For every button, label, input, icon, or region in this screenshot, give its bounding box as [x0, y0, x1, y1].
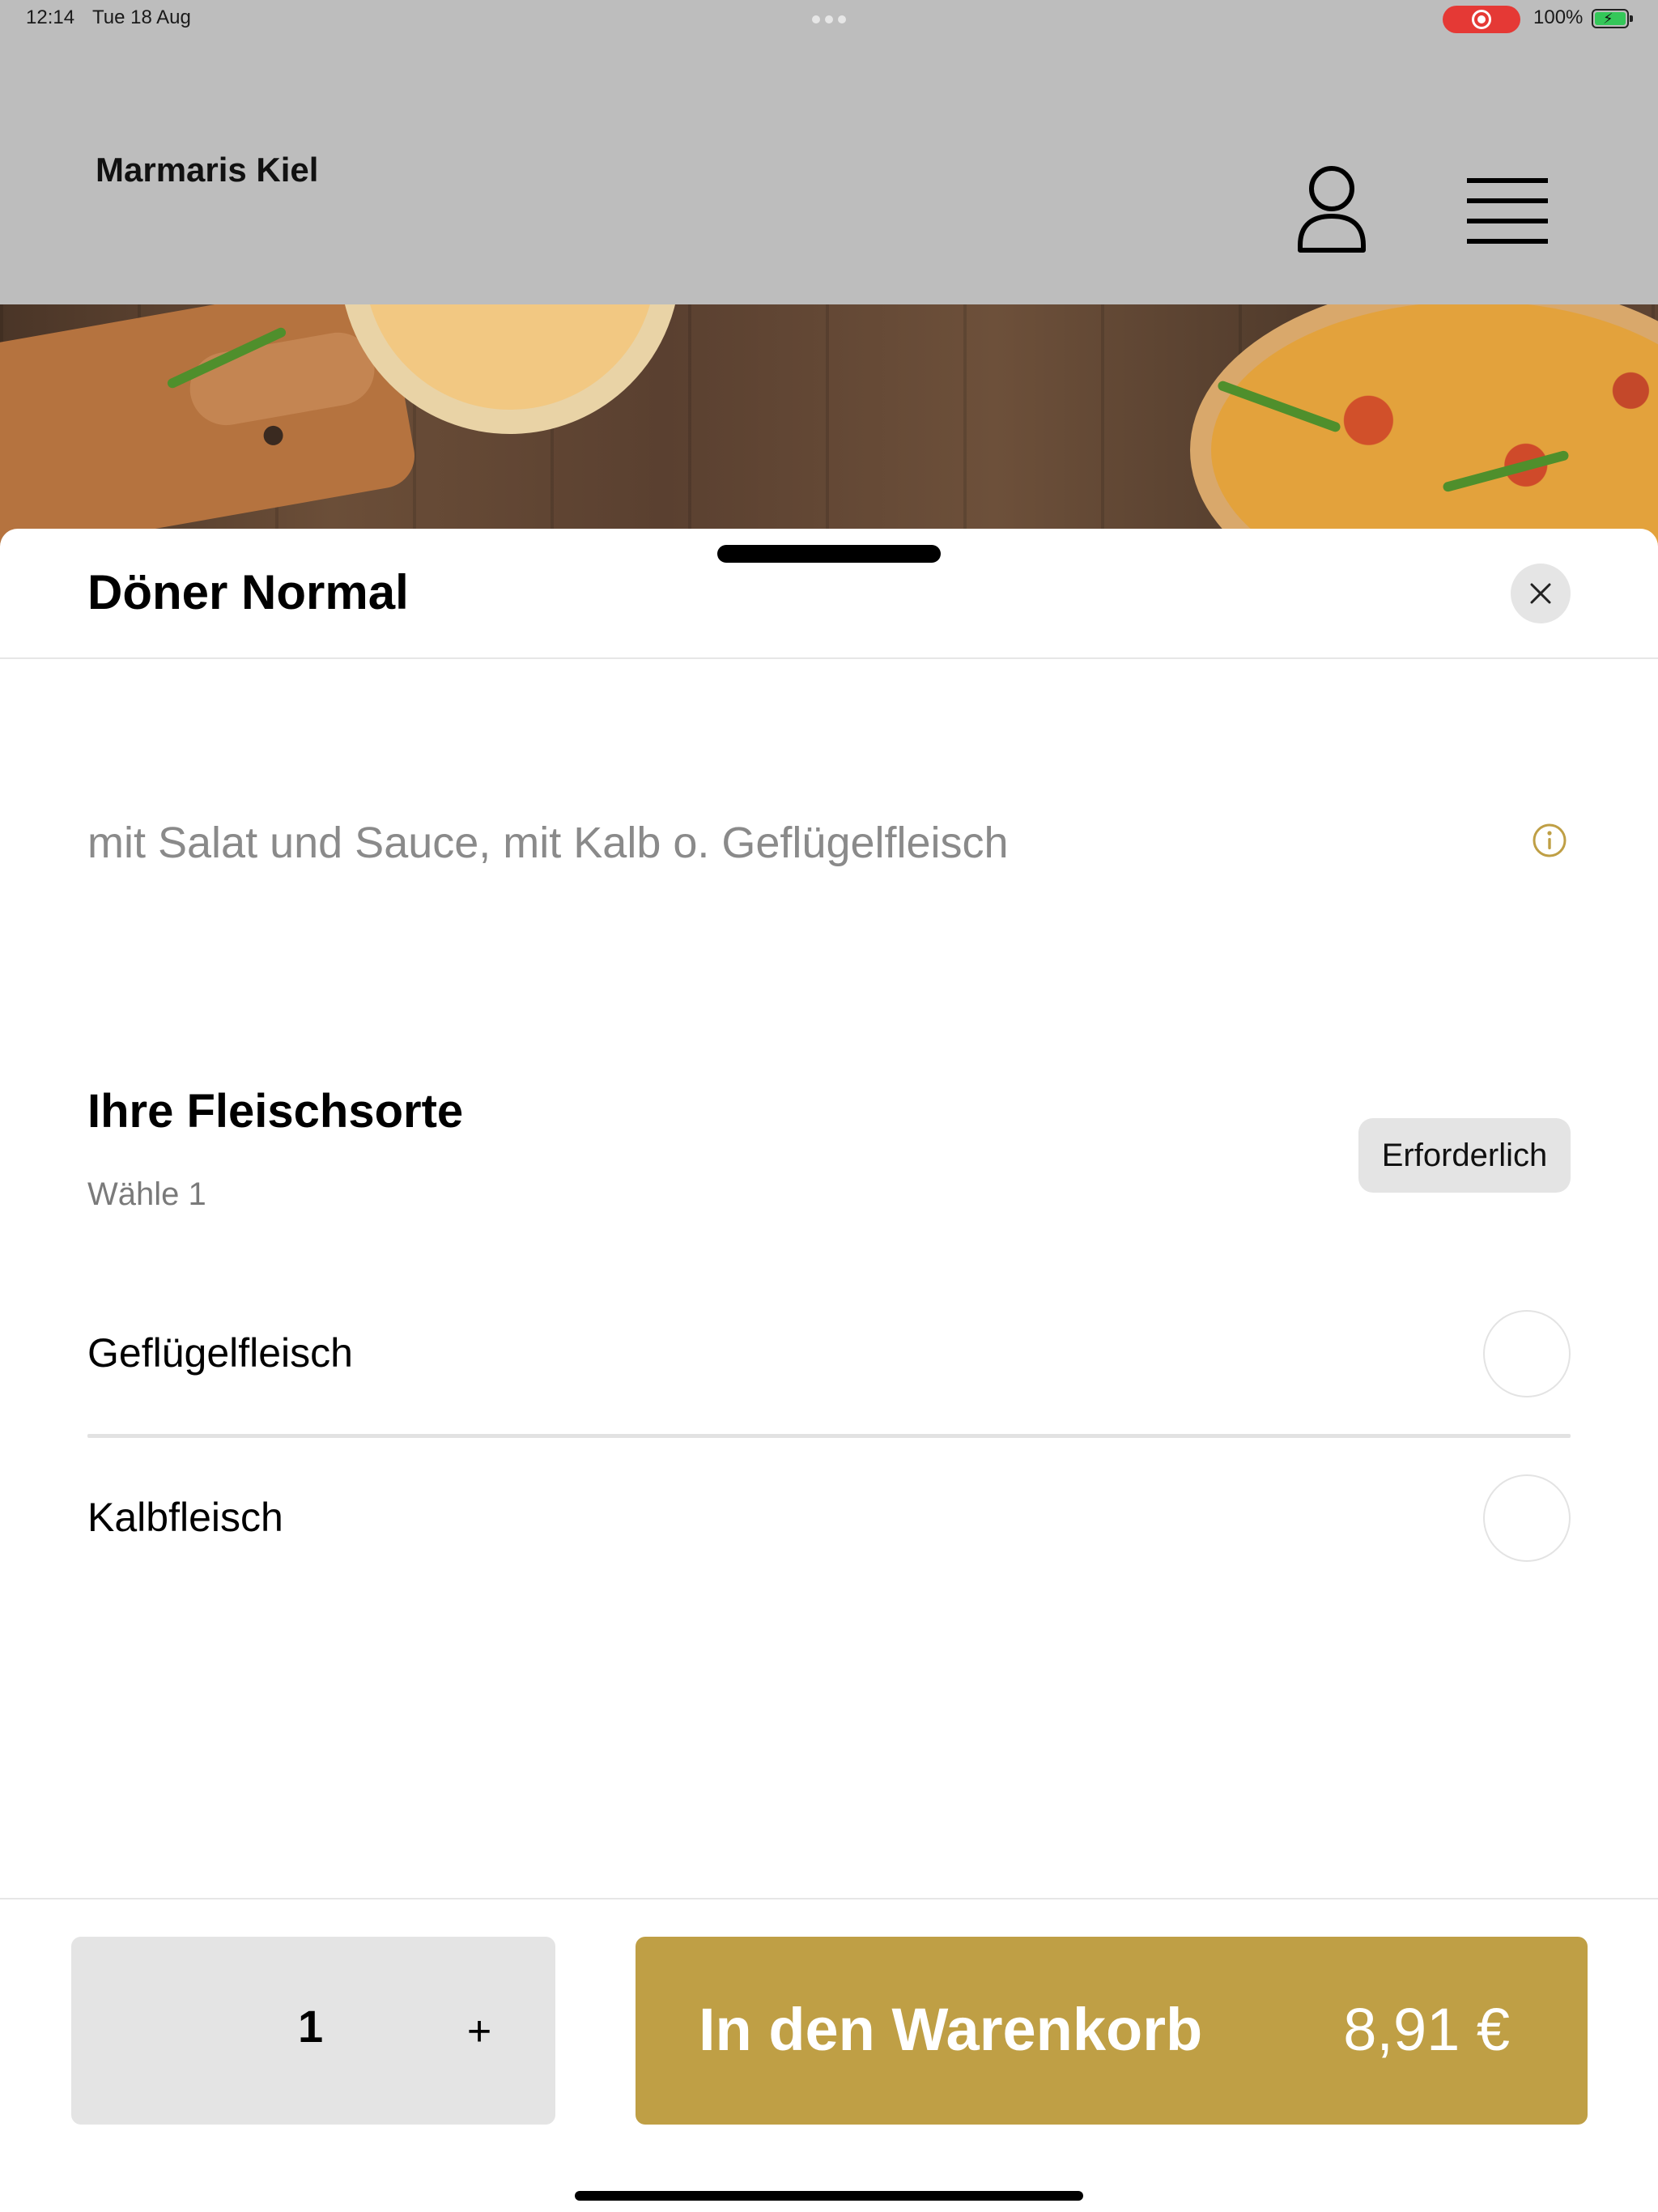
app-header: Marmaris Kiel: [0, 39, 1658, 304]
option-gefluegelfleisch[interactable]: Geflügelfleisch: [87, 1271, 1571, 1433]
home-indicator[interactable]: [575, 2191, 1083, 2201]
option-label: Geflügelfleisch: [87, 1330, 353, 1376]
quantity-value: 1: [298, 2001, 324, 2052]
option-label: Kalbfleisch: [87, 1495, 283, 1540]
hamburger-menu-icon[interactable]: [1467, 177, 1548, 245]
add-to-cart-button[interactable]: In den Warenkorb 8,91 €: [636, 1937, 1588, 2125]
product-title: Döner Normal: [87, 565, 409, 619]
hero-food-image: [0, 304, 1658, 547]
info-icon[interactable]: [1532, 823, 1567, 858]
user-icon[interactable]: [1295, 164, 1368, 255]
radio-button[interactable]: [1483, 1310, 1571, 1397]
sheet-header-divider: [0, 657, 1658, 659]
increase-quantity-button[interactable]: +: [447, 1987, 512, 2076]
close-icon: [1530, 583, 1551, 604]
cutting-board: [0, 304, 420, 547]
option-kalbfleisch[interactable]: Kalbfleisch: [87, 1436, 1571, 1597]
add-to-cart-label: In den Warenkorb: [699, 1996, 1203, 2063]
screen-recording-icon: [1443, 6, 1520, 33]
option-group-title: Ihre Fleischsorte: [87, 1085, 464, 1138]
radio-button[interactable]: [1483, 1474, 1571, 1562]
product-description: mit Salat und Sauce, mit Kalb o. Geflüge…: [87, 819, 1009, 867]
sheet-grabber[interactable]: [717, 545, 941, 563]
status-bar: 12:14 Tue 18 Aug 100% ⚡: [0, 0, 1658, 39]
footer-divider: [0, 1898, 1658, 1899]
status-time: 12:14: [26, 6, 75, 28]
option-group-subtitle: Wähle 1: [87, 1176, 206, 1212]
pizza-right: [1190, 304, 1658, 547]
status-date: Tue 18 Aug: [92, 6, 191, 28]
close-button[interactable]: [1511, 564, 1571, 623]
restaurant-name[interactable]: Marmaris Kiel: [96, 151, 318, 189]
battery-icon: ⚡: [1592, 9, 1633, 28]
battery-percentage: 100%: [1533, 6, 1584, 28]
multitasking-dots-icon[interactable]: [812, 15, 846, 23]
required-badge: Erforderlich: [1358, 1118, 1571, 1193]
quantity-stepper: 1 +: [71, 1937, 555, 2125]
price-label: 8,91 €: [1343, 1996, 1510, 2063]
